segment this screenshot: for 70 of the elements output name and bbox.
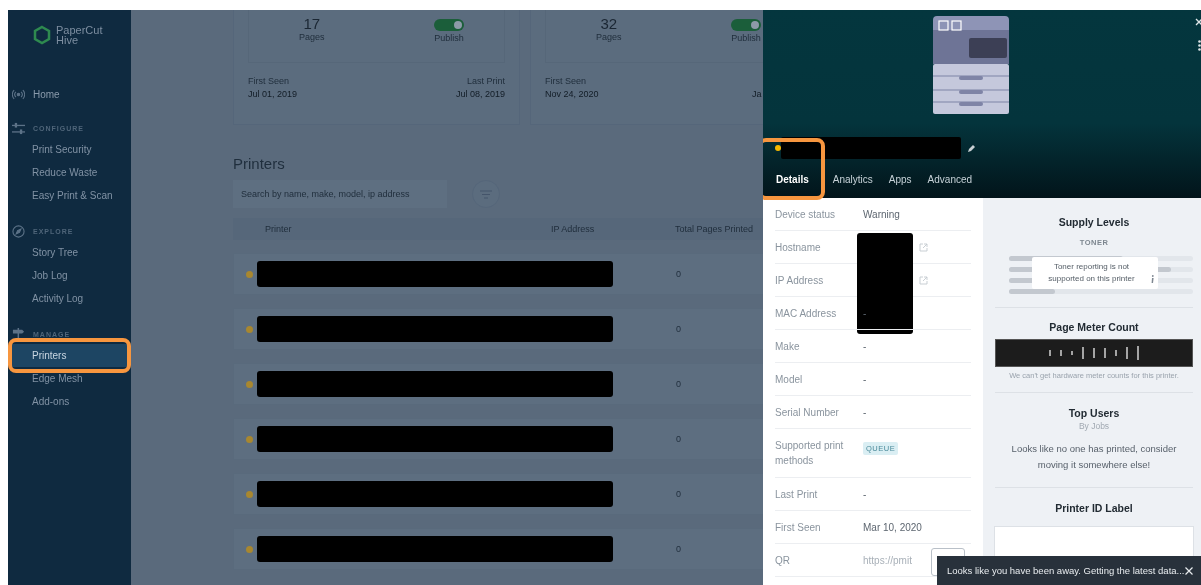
detail-label: Last Print	[775, 487, 819, 502]
section-subtitle: By Jobs	[1078, 421, 1110, 431]
tab[interactable]: Analytics	[824, 166, 881, 194]
detail-label: IP Address	[775, 273, 825, 288]
home-link[interactable]: Home	[33, 88, 60, 100]
tooltip-text: Toner reporting is not supported on this printer	[1047, 261, 1136, 285]
detail-label: Serial Number	[775, 405, 840, 420]
detail-label: Model	[775, 372, 804, 387]
last-print-date: Jul 08, 2019	[455, 89, 505, 99]
tab[interactable]: Details	[768, 166, 817, 194]
tab[interactable]: Apps	[880, 166, 920, 194]
tab[interactable]: Advanced	[919, 166, 981, 194]
detail-label: Supported print methods	[775, 439, 845, 468]
sliders-icon	[12, 121, 25, 135]
page-count: 17	[303, 16, 321, 32]
pencil-icon[interactable]	[967, 143, 976, 153]
close-icon[interactable]	[1185, 566, 1193, 575]
compass-icon	[12, 224, 25, 238]
toast-message: Looks like you have been away. Getting the latest data...	[947, 565, 1185, 576]
detail-label: Make	[775, 339, 801, 354]
more-options-icon[interactable]	[1198, 40, 1201, 51]
pages-label: Pages	[299, 32, 325, 42]
signpost-icon	[12, 327, 25, 341]
last-print-label: Last Print	[466, 76, 505, 86]
publish-toggle[interactable]	[434, 19, 464, 31]
sidebar-item[interactable]: Job Log	[8, 264, 131, 287]
filter-icon	[480, 189, 492, 199]
detail-label: Hostname	[775, 240, 822, 255]
detail-value: -	[863, 340, 867, 352]
external-link-icon[interactable]	[919, 275, 928, 285]
publish-toggle[interactable]	[731, 19, 761, 31]
detail-label: QR	[775, 553, 791, 568]
external-link-icon[interactable]	[919, 242, 928, 252]
radar-icon	[12, 87, 25, 101]
hexagon-logo-icon	[32, 24, 52, 45]
empty-message: Looks like no one has printed, consider moving it somewhere else!	[1010, 442, 1178, 472]
sidebar-item[interactable]: Easy Print & Scan	[8, 184, 131, 207]
first-seen-date: Nov 24, 2020	[545, 89, 599, 99]
close-icon[interactable]	[1195, 18, 1201, 26]
detail-value: -	[863, 488, 867, 500]
sidebar-item[interactable]: Reduce Waste	[8, 161, 131, 184]
sidebar-item[interactable]: Print Security	[8, 138, 131, 161]
section-title: Printer ID Label	[1055, 502, 1133, 514]
section-title: Top Users	[1068, 407, 1120, 419]
sidebar-item[interactable]: Edge Mesh	[8, 367, 131, 390]
detail-label: Device status	[775, 207, 837, 222]
info-icon	[1151, 275, 1154, 283]
column-header: Printer	[265, 224, 293, 234]
sidebar-item[interactable]: Activity Log	[8, 287, 131, 310]
detail-value: Mar 10, 2020	[863, 521, 922, 533]
last-print-date: Ja	[752, 89, 762, 99]
section-title: Printers	[233, 155, 286, 172]
logo-name: PaperCut	[56, 24, 103, 35]
sidebar-item[interactable]: Story Tree	[8, 241, 131, 264]
section-title: Supply Levels	[1058, 216, 1130, 228]
detail-value: -	[863, 307, 867, 319]
detail-label: First Seen	[775, 520, 822, 535]
detail-value: -	[863, 373, 867, 385]
first-seen-date: Jul 01, 2019	[248, 89, 298, 99]
pages-label: Pages	[596, 32, 622, 42]
column-header: Total Pages Printed	[675, 224, 754, 234]
section-title: Page Meter Count	[1049, 321, 1139, 333]
publish-label: Publish	[434, 33, 464, 43]
detail-value: Warning	[863, 208, 900, 220]
publish-label: Publish	[731, 33, 761, 43]
logo-product: Hive	[56, 34, 78, 45]
page-count: 32	[600, 16, 618, 32]
detail-label: MAC Address	[775, 306, 838, 321]
sidebar-item[interactable]: Add-ons	[8, 390, 131, 413]
detail-value: -	[863, 406, 867, 418]
